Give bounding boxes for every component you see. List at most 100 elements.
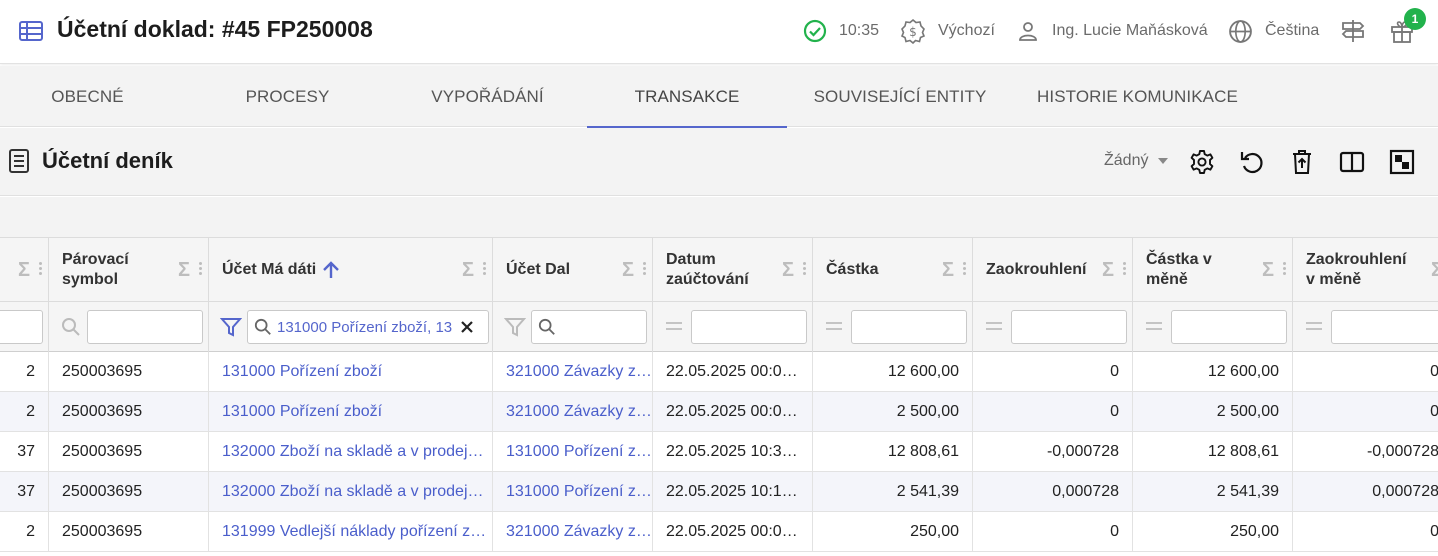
equals-icon[interactable] xyxy=(1306,322,1322,334)
column-header-ucet-ma-dati[interactable]: Účet Má dáti Σ xyxy=(209,238,493,302)
filter-input[interactable] xyxy=(851,310,967,344)
column-menu-icon[interactable] xyxy=(643,262,646,276)
tab-procesy[interactable]: PROCESY xyxy=(200,66,375,127)
signpost-button[interactable] xyxy=(1340,16,1378,46)
tab-souvisejici-entity[interactable]: SOUVISEJÍCÍ ENTITY xyxy=(800,66,1000,127)
cell-ucet-dal[interactable]: 131000 Pořízení zboží xyxy=(493,432,653,472)
filter-input[interactable] xyxy=(1011,310,1127,344)
view-select[interactable]: Žádný xyxy=(1104,152,1174,170)
cell-ucet-dal[interactable]: 321000 Závazky z obchodních vztahů xyxy=(493,392,653,432)
column-menu-icon[interactable] xyxy=(963,262,966,276)
tab-transakce[interactable]: TRANSAKCE xyxy=(587,66,787,128)
user-menu[interactable]: Ing. Lucie Maňásková xyxy=(1016,16,1208,46)
cell-index: 2 xyxy=(0,512,49,552)
column-menu-icon[interactable] xyxy=(199,262,202,276)
status-clock[interactable]: 10:35 xyxy=(803,16,879,46)
sigma-icon[interactable]: Σ xyxy=(942,259,954,282)
cell-ucet-dal-text: 131000 Pořízení zboží xyxy=(506,483,652,500)
column-header-datum-zauctovani[interactable]: Datum zaúčtování Σ xyxy=(653,238,813,302)
close-icon[interactable] xyxy=(459,319,475,335)
sigma-icon[interactable]: Σ xyxy=(18,259,30,282)
column-menu-icon[interactable] xyxy=(1123,262,1126,276)
cell-ucet-dal[interactable]: 321000 Závazky z obchodních vztahů xyxy=(493,352,653,392)
cell-ucet-ma-dati-text: 131999 Vedlejší náklady pořízení zboží xyxy=(222,523,492,540)
equals-icon[interactable] xyxy=(986,322,1002,334)
cell-castka-text: 2 541,39 xyxy=(896,483,959,500)
cell-parovaci-symbol-text: 250003695 xyxy=(62,403,143,420)
column-header-zaokrouhleni-v-mene[interactable]: Zaokrouhlení v měně Σ xyxy=(1293,238,1438,302)
reset-button[interactable] xyxy=(1238,148,1266,176)
equals-icon[interactable] xyxy=(826,322,842,334)
column-header-zaokrouhleni[interactable]: Zaokrouhlení Σ xyxy=(973,238,1133,302)
cell-index: 37 xyxy=(0,472,49,512)
column-label: Účet Dal xyxy=(506,261,571,278)
md-account-filter-input[interactable]: 131000 Pořízení zboží, 13 xyxy=(247,310,489,344)
cell-castka-v-mene-text: 250,00 xyxy=(1230,523,1279,540)
column-header-ucet-dal[interactable]: Účet Dal Σ xyxy=(493,238,653,302)
filter-icon[interactable] xyxy=(220,316,242,338)
cell-ucet-ma-dati[interactable]: 131000 Pořízení zboží xyxy=(209,392,493,432)
sigma-icon[interactable]: Σ xyxy=(1262,259,1274,282)
clear-filters-button[interactable] xyxy=(1288,148,1316,176)
settings-button[interactable] xyxy=(1188,148,1216,176)
layout-icon xyxy=(1389,149,1415,175)
sigma-icon[interactable]: Σ xyxy=(178,259,190,282)
tab-obecne[interactable]: OBECNÉ xyxy=(0,66,175,127)
cell-ucet-dal[interactable]: 321000 Závazky z obchodních vztahů xyxy=(493,512,653,552)
cell-ucet-dal-text: 321000 Závazky z obchodních vztahů xyxy=(506,523,652,540)
sigma-icon[interactable]: Σ xyxy=(622,259,634,282)
column-menu-icon[interactable] xyxy=(803,262,806,276)
column-menu-icon[interactable] xyxy=(483,262,486,276)
sigma-icon[interactable]: Σ xyxy=(1431,259,1438,282)
column-header-parovaci-symbol[interactable]: Párovací symbol Σ xyxy=(49,238,209,302)
sigma-icon[interactable]: Σ xyxy=(1102,259,1114,282)
filter-cell xyxy=(0,302,49,352)
filter-input[interactable] xyxy=(87,310,203,344)
column-header-0[interactable]: Σ xyxy=(0,238,49,302)
cell-castka-v-mene: 12 600,00 xyxy=(1133,352,1293,392)
cell-castka-v-mene-text: 12 600,00 xyxy=(1207,363,1279,380)
sigma-icon[interactable]: Σ xyxy=(462,259,474,282)
notification-badge: 1 xyxy=(1404,8,1426,30)
column-header-castka[interactable]: Částka Σ xyxy=(813,238,973,302)
currency-label: Výchozí xyxy=(938,22,995,39)
table-row[interactable]: 2 250003695 131000 Pořízení zboží 321000 Zá… xyxy=(0,392,1438,432)
cell-zaokrouhleni-v-mene: 0 xyxy=(1293,392,1438,432)
tab-vyporadani[interactable]: VYPOŘÁDÁNÍ xyxy=(400,66,575,127)
table-row[interactable]: 2 250003695 131000 Pořízení zboží 321000 Zá… xyxy=(0,352,1438,392)
group-by-area xyxy=(0,197,1438,238)
column-header-castka-v-mene[interactable]: Částka v měně Σ xyxy=(1133,238,1293,302)
column-menu-icon[interactable] xyxy=(39,262,42,276)
cell-parovaci-symbol: 250003695 xyxy=(49,392,209,432)
tab-historie-komunikace[interactable]: HISTORIE KOMUNIKACE xyxy=(1025,66,1250,127)
time-label: 10:35 xyxy=(839,22,880,39)
table-row[interactable]: 37 250003695 132000 Zboží na skladě a v pr… xyxy=(0,472,1438,512)
filter-input[interactable] xyxy=(1171,310,1287,344)
filter-input[interactable] xyxy=(1331,310,1438,344)
equals-icon[interactable] xyxy=(1146,322,1162,334)
cell-parovaci-symbol-text: 250003695 xyxy=(62,363,143,380)
sigma-icon[interactable]: Σ xyxy=(782,259,794,282)
cell-ucet-ma-dati[interactable]: 132000 Zboží na skladě a v prodejnách xyxy=(209,472,493,512)
filter-icon[interactable] xyxy=(504,316,526,338)
cell-ucet-dal[interactable]: 131000 Pořízení zboží xyxy=(493,472,653,512)
cell-ucet-ma-dati[interactable]: 131999 Vedlejší náklady pořízení zboží xyxy=(209,512,493,552)
layout-button[interactable] xyxy=(1388,148,1416,176)
language-selector[interactable]: Čeština xyxy=(1228,16,1319,46)
cell-zaokrouhleni-v-mene-text: 0 xyxy=(1430,403,1438,421)
column-menu-icon[interactable] xyxy=(1283,262,1286,276)
cell-ucet-ma-dati[interactable]: 132000 Zboží na skladě a v prodejnách xyxy=(209,432,493,472)
table-row[interactable]: 37 250003695 132000 Zboží na skladě a v pr… xyxy=(0,432,1438,472)
filter-input[interactable] xyxy=(0,310,43,344)
filter-input[interactable] xyxy=(691,310,807,344)
currency-selector[interactable]: $ Výchozí xyxy=(900,16,995,46)
split-view-button[interactable] xyxy=(1338,148,1366,176)
sort-up-icon[interactable] xyxy=(321,260,341,280)
table-row[interactable]: 2 250003695 131999 Vedlejší náklady poříze… xyxy=(0,512,1438,552)
cell-ucet-ma-dati[interactable]: 131000 Pořízení zboží xyxy=(209,352,493,392)
column-label: Účet Má dáti xyxy=(222,261,317,278)
column-label: Částka xyxy=(826,261,879,278)
filter-input[interactable] xyxy=(531,310,647,344)
equals-icon[interactable] xyxy=(666,322,682,334)
cell-ucet-dal-text: 131000 Pořízení zboží xyxy=(506,443,652,460)
